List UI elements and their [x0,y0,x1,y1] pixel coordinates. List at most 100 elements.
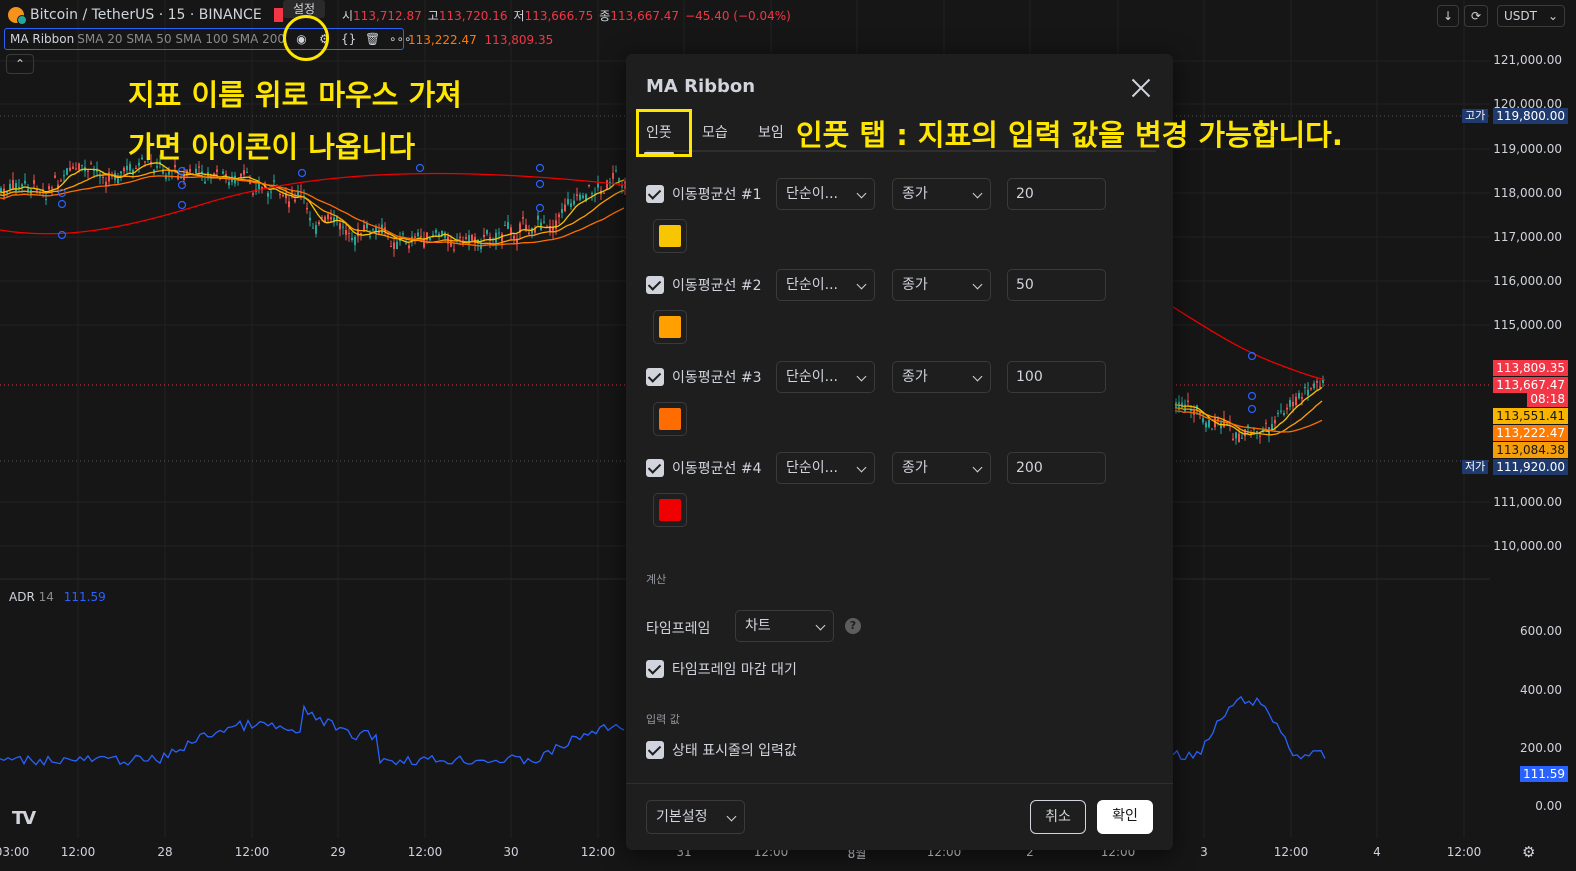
time-tick: 12:00 [1273,845,1309,859]
annotation-line-2: 가면 아이콘이 나옵니다 [128,130,415,164]
tradingview-logo[interactable]: TV [12,808,36,829]
chevron-down-icon [972,371,983,382]
ma3-type-value: 단순이... [786,369,838,385]
time-tick: 12:00 [1446,845,1482,859]
tab-visibility[interactable]: 보임 [758,122,784,142]
ma1-source-select[interactable]: 종가 [892,178,991,210]
ma3-type-select[interactable]: 단순이... [776,361,875,393]
adr-name: ADR [9,590,35,604]
tab-highlight-box [636,109,692,157]
ma-row-4: 이동평균선 #4 [646,452,762,484]
calc-section-label: 계산 [646,573,667,586]
ok-button[interactable]: 확인 [1097,800,1153,834]
adr-tick: 0.00 [1535,799,1562,813]
more-icon[interactable]: ∘∘∘ [389,32,412,46]
adr-legend[interactable]: ADR 14 111.59 [9,590,106,604]
ma4-checkbox[interactable] [646,459,664,477]
ma2-type-select[interactable]: 단순이... [776,269,875,301]
open-value: 113,712.87 [353,9,422,23]
price-tick: 119,000.00 [1493,142,1562,156]
price-axis[interactable]: 121,000.00 120,000.00 119,000.00 118,000… [1493,0,1576,871]
time-tick: 4 [1373,845,1381,859]
collapse-legend-button[interactable]: ⌃ [6,54,34,74]
cancel-button[interactable]: 취소 [1030,800,1086,834]
ma1-length-input[interactable]: 20 [1007,178,1106,210]
price-tick: 121,000.00 [1493,53,1562,67]
status-inputs-checkbox[interactable] [646,741,664,759]
ma1-type-select[interactable]: 단순이... [776,178,875,210]
price-tick: 117,000.00 [1493,230,1562,244]
ma4-type-select[interactable]: 단순이... [776,452,875,484]
ma2-length-input[interactable]: 50 [1007,269,1106,301]
ma3-color-fill [659,408,681,430]
timeframe-select[interactable]: 차트 [735,610,834,642]
ma50-price-tag: 113,084.38 [1493,442,1568,458]
price-tick: 115,000.00 [1493,318,1562,332]
wait-close-label: 타임프레임 마감 대기 [672,662,797,678]
ohlc-values: 시113,712.87 고113,720.16 저113,666.75 종113,66… [342,7,797,24]
indicator-value-1: 113,222.47 [408,33,477,47]
chevron-down-icon [856,188,867,199]
close-icon[interactable] [1131,78,1151,98]
ma2-label: 이동평균선 #2 [672,278,762,294]
chevron-down-icon [972,462,983,473]
market-status-icon [273,8,283,22]
ma2-color-swatch[interactable] [653,310,687,344]
time-tick: 12:00 [60,845,96,859]
ma4-source-value: 종가 [902,460,928,476]
ma3-checkbox[interactable] [646,368,664,386]
ma4-source-select[interactable]: 종가 [892,452,991,484]
high-label: 고 [427,9,439,23]
ma20-price-tag: 113,551.41 [1493,408,1568,424]
time-tick: 12:00 [580,845,616,859]
chevron-down-icon [815,620,826,631]
annotation-tab-note: 인풋 탭 : 지표의 입력 값을 변경 가능합니다. [796,118,1343,152]
inputs-section-label: 입력 값 [646,713,680,726]
countdown-tag: 08:18 [1527,391,1568,407]
indicator-name: MA Ribbon [10,32,75,46]
time-tick: 3 [1200,845,1208,859]
ma3-color-swatch[interactable] [653,402,687,436]
ma3-source-select[interactable]: 종가 [892,361,991,393]
indicator-args: SMA 20 SMA 50 SMA 100 SMA 200 [77,32,286,46]
low-label: 저 [513,9,525,23]
ma3-length-input[interactable]: 100 [1007,361,1106,393]
wait-close-checkbox[interactable] [646,660,664,678]
delete-icon[interactable]: 🗑 [365,32,380,46]
footer-divider [626,783,1173,784]
low-price-tag: 111,920.00 [1493,459,1568,475]
time-tick: 03:00 [0,845,30,859]
ma2-type-value: 단순이... [786,277,838,293]
tab-style[interactable]: 모습 [702,122,728,142]
defaults-select[interactable]: 기본설정 [646,800,745,834]
help-icon[interactable]: ? [845,618,861,634]
dialog-title: MA Ribbon [646,76,756,97]
ma4-color-swatch[interactable] [653,493,687,527]
highlight-circle [283,15,329,61]
ma2-source-select[interactable]: 종가 [892,269,991,301]
reload-icon[interactable]: ⟳ [1464,5,1488,27]
wait-close-row: 타임프레임 마감 대기 [646,653,797,685]
download-icon[interactable]: ↓ [1437,5,1459,27]
ma2-color-fill [659,316,681,338]
source-code-icon[interactable]: {} [341,32,356,46]
indicator-legend[interactable]: MA Ribbon SMA 20 SMA 50 SMA 100 SMA 200 … [4,28,412,50]
ma-row-3: 이동평균선 #3 [646,361,762,393]
ma1-checkbox[interactable] [646,185,664,203]
chevron-down-icon [972,188,983,199]
close-label: 종 [599,9,611,23]
ma2-checkbox[interactable] [646,276,664,294]
ma1-color-swatch[interactable] [653,219,687,253]
ma-row-2: 이동평균선 #2 [646,269,762,301]
chevron-down-icon [972,279,983,290]
adr-value: 111.59 [63,590,106,604]
symbol-title[interactable]: Bitcoin / TetherUS · 15 · BINANCE [30,7,262,23]
ma4-type-value: 단순이... [786,460,838,476]
chart-settings-icon[interactable]: ⚙ [1522,843,1535,861]
ma2-source-value: 종가 [902,277,928,293]
price-tick: 111,000.00 [1493,495,1562,509]
ma-row-1: 이동평균선 #1 [646,178,762,210]
ma4-length-input[interactable]: 200 [1007,452,1106,484]
indicator-values: 113,222.47 113,809.35 [408,33,553,47]
status-inputs-label: 상태 표시줄의 입력값 [672,743,797,759]
